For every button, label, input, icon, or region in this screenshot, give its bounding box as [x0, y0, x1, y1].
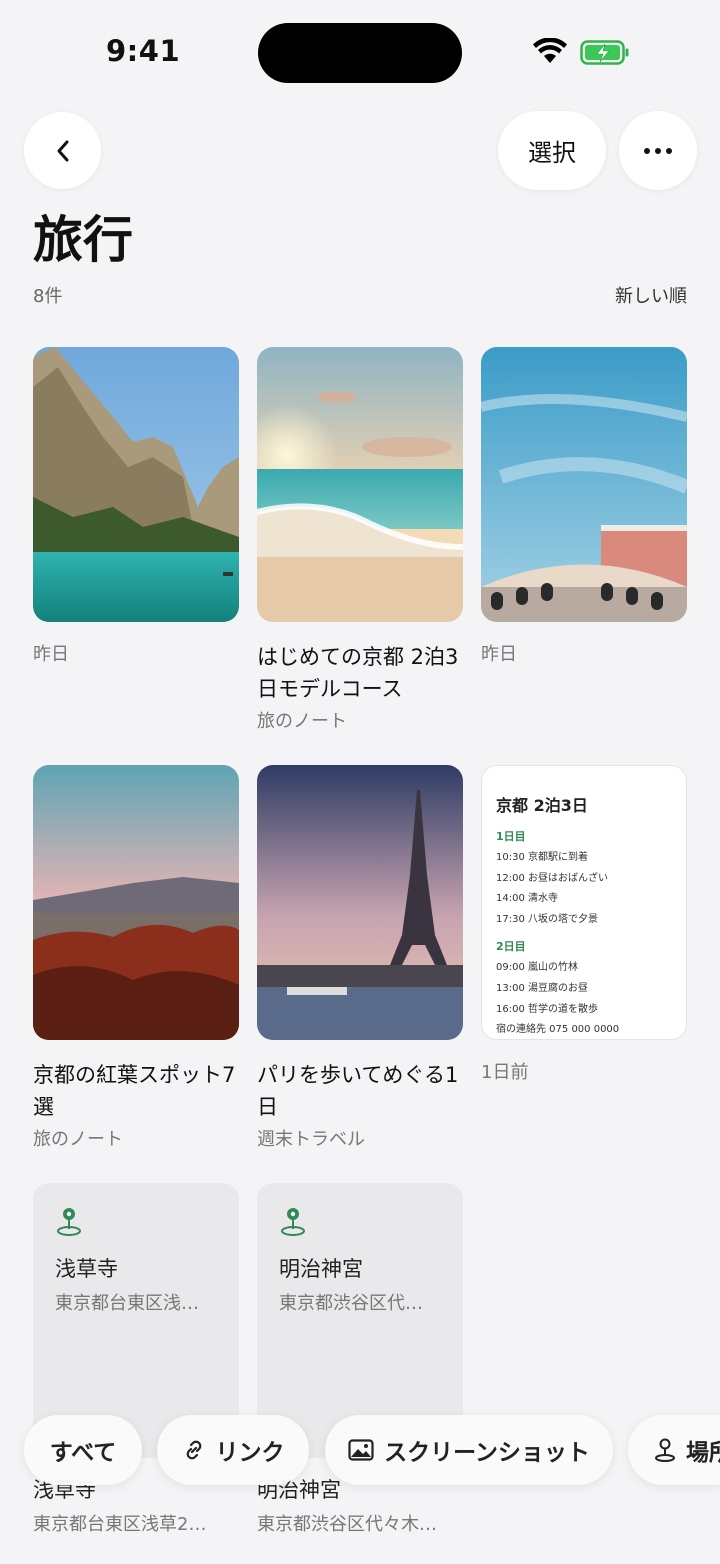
- card-title: 京都の紅葉スポット7選: [33, 1063, 236, 1119]
- place-address: 東京都渋谷区代…: [279, 1293, 423, 1314]
- card-kyoto-course[interactable]: はじめての京都 2泊3日モデルコース 旅のノート: [257, 347, 463, 733]
- filter-chip-screenshot[interactable]: スクリーンショット: [325, 1415, 613, 1485]
- note-line: 13:00 湯豆腐のお昼: [496, 982, 588, 994]
- note-line: 12:00 お昼はおばんざい: [496, 872, 608, 884]
- card-autumn-leaves[interactable]: 京都の紅葉スポット7選 旅のノート: [33, 765, 239, 1151]
- sort-order-button[interactable]: 新しい順: [615, 282, 687, 308]
- card-date: 1日前: [481, 1062, 529, 1083]
- link-icon: [182, 1438, 206, 1462]
- filter-chip-all[interactable]: すべて: [24, 1415, 142, 1485]
- note-preview: 京都 2泊3日 1日目 10:30 京都駅に到着 12:00 お昼はおばんざい …: [481, 765, 687, 1040]
- wifi-icon: [533, 38, 567, 63]
- venice-bridge-image: [481, 347, 687, 622]
- place-name: 明治神宮: [279, 1257, 363, 1281]
- chip-label: 場所: [686, 1440, 720, 1466]
- card-title: はじめての京都 2泊3日モデルコース: [257, 645, 459, 701]
- battery-charging-icon: [580, 40, 629, 65]
- autumn-city-image: [33, 765, 239, 1040]
- location-pin-icon: [281, 1208, 305, 1236]
- location-pin-icon: [57, 1208, 81, 1236]
- card-mountain-lake[interactable]: 昨日: [33, 347, 239, 666]
- ellipsis-icon: [644, 147, 672, 154]
- card-source: 週末トラベル: [257, 1129, 365, 1150]
- note-day-2: 2日目: [496, 940, 526, 954]
- place-address-below: 東京都渋谷区代々木…: [257, 1514, 437, 1535]
- back-button[interactable]: [24, 112, 101, 189]
- image-icon: [348, 1439, 374, 1461]
- filter-chip-place[interactable]: 場所: [628, 1415, 720, 1485]
- card-venice[interactable]: 昨日: [481, 347, 687, 666]
- mountain-lake-image: [33, 347, 239, 622]
- place-name: 浅草寺: [55, 1257, 118, 1281]
- place-address: 東京都台東区浅…: [55, 1293, 199, 1314]
- card-date: 昨日: [33, 644, 69, 665]
- note-line: 09:00 嵐山の竹林: [496, 962, 578, 974]
- chip-label: すべて: [49, 1440, 117, 1466]
- page-title: 旅行: [33, 211, 133, 269]
- card-date: 昨日: [481, 644, 517, 665]
- place-address-below: 東京都台東区浅草2…: [33, 1514, 207, 1535]
- note-line: 16:00 哲学の道を散歩: [496, 1003, 598, 1015]
- card-title: パリを歩いてめぐる1日: [257, 1063, 459, 1119]
- chip-label: スクリーンショット: [384, 1440, 590, 1466]
- item-count: 8件: [33, 286, 63, 307]
- chip-label: リンク: [215, 1440, 285, 1466]
- card-source: 旅のノート: [257, 711, 347, 732]
- status-time: 9:41: [106, 34, 181, 68]
- chevron-left-icon: [57, 140, 68, 161]
- eiffel-tower-image: [257, 765, 463, 1040]
- more-button[interactable]: [619, 111, 697, 190]
- note-line: 宿の連絡先 075 000 0000: [496, 1024, 620, 1036]
- beach-sunset-image: [257, 347, 463, 622]
- note-day-1: 1日目: [496, 830, 526, 843]
- select-button[interactable]: 選択: [498, 111, 606, 190]
- note-title: 京都 2泊3日: [496, 796, 588, 815]
- card-note[interactable]: 京都 2泊3日 1日目 10:30 京都駅に到着 12:00 お昼はおばんざい …: [481, 765, 687, 1084]
- note-line: 10:30 京都駅に到着: [496, 852, 588, 863]
- filter-bar: すべて リンク スクリーンショット 場所: [0, 1411, 720, 1487]
- card-source: 旅のノート: [33, 1129, 123, 1150]
- note-line: 17:30 八坂の塔で夕景: [496, 913, 598, 925]
- filter-chip-link[interactable]: リンク: [157, 1415, 309, 1485]
- dynamic-island: [258, 23, 462, 83]
- card-paris[interactable]: パリを歩いてめぐる1日 週末トラベル: [257, 765, 463, 1151]
- note-line: 14:00 清水寺: [496, 893, 558, 905]
- location-icon: [654, 1438, 676, 1462]
